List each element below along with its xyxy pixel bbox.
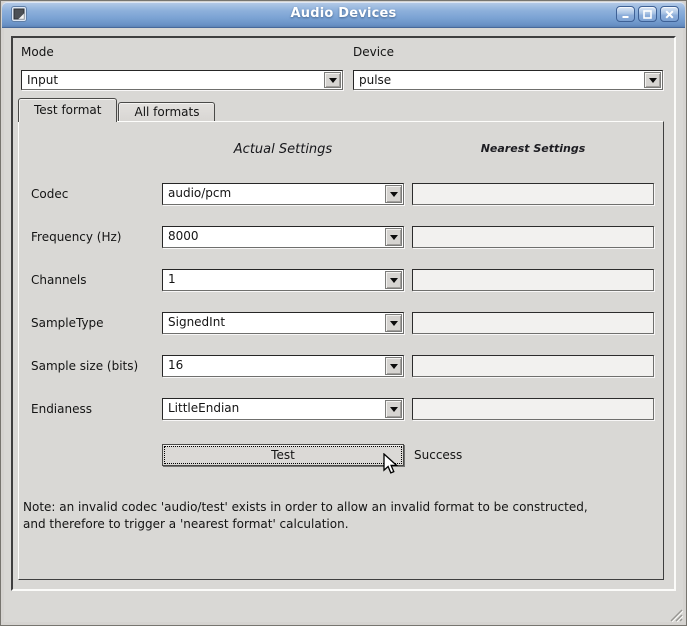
tab-bar: Test format All formats: [18, 97, 215, 121]
sample-type-label: SampleType: [31, 316, 162, 330]
endianess-label: Endianess: [31, 402, 162, 416]
sample-size-row: Sample size (bits) 16: [31, 355, 654, 377]
resize-grip-icon[interactable]: [668, 607, 683, 622]
frequency-nearest-field: [412, 226, 654, 248]
codec-row: Codec audio/pcm: [31, 183, 654, 205]
sample-size-select-value: 16: [163, 356, 384, 376]
chevron-down-icon[interactable]: [385, 185, 402, 203]
note-text: Note: an invalid codec 'audio/test' exis…: [23, 499, 663, 533]
channels-nearest-field: [412, 269, 654, 291]
window-controls: [616, 6, 679, 22]
sample-size-label: Sample size (bits): [31, 359, 162, 373]
main-frame: Mode Input Device pulse Test format All …: [11, 36, 676, 591]
channels-row: Channels 1: [31, 269, 654, 291]
test-row: Test Success: [31, 444, 462, 466]
mode-label: Mode: [21, 45, 343, 60]
chevron-down-icon[interactable]: [385, 357, 402, 375]
mode-select-value: Input: [22, 71, 323, 89]
minimize-button[interactable]: [616, 6, 635, 22]
tab-test-format[interactable]: Test format: [18, 98, 117, 122]
maximize-button[interactable]: [638, 6, 657, 22]
sample-type-nearest-field: [412, 312, 654, 334]
test-format-pane: Actual Settings Nearest Settings Codec a…: [18, 121, 664, 580]
endianess-nearest-field: [412, 398, 654, 420]
chevron-down-icon[interactable]: [324, 72, 341, 88]
sample-size-select[interactable]: 16: [162, 355, 404, 377]
close-button[interactable]: [660, 6, 679, 22]
note-line-1: Note: an invalid codec 'audio/test' exis…: [23, 499, 663, 516]
settings-rows: Codec audio/pcm Frequency (Hz) 8000: [31, 183, 654, 441]
channels-label: Channels: [31, 273, 162, 287]
frequency-select[interactable]: 8000: [162, 226, 404, 248]
codec-nearest-field: [412, 183, 654, 205]
chevron-down-icon[interactable]: [644, 72, 661, 88]
tab-all-formats[interactable]: All formats: [118, 102, 215, 121]
codec-select-value: audio/pcm: [163, 184, 384, 204]
channels-select[interactable]: 1: [162, 269, 404, 291]
sample-type-select[interactable]: SignedInt: [162, 312, 404, 334]
test-button[interactable]: Test: [162, 444, 404, 466]
settings-column-headers: Actual Settings Nearest Settings: [31, 142, 654, 157]
client-area: Mode Input Device pulse Test format All …: [4, 28, 683, 622]
sample-size-nearest-field: [412, 355, 654, 377]
chevron-down-icon[interactable]: [385, 228, 402, 246]
test-status-text: Success: [414, 448, 462, 462]
endianess-select[interactable]: LittleEndian: [162, 398, 404, 420]
audio-devices-window: Audio Devices Mode Input: [0, 0, 687, 626]
chevron-down-icon[interactable]: [385, 314, 402, 332]
titlebar[interactable]: Audio Devices: [2, 2, 685, 28]
device-label: Device: [353, 45, 663, 60]
note-line-2: and therefore to trigger a 'nearest form…: [23, 516, 663, 533]
actual-settings-header: Actual Settings: [162, 142, 404, 157]
endianess-row: Endianess LittleEndian: [31, 398, 654, 420]
mode-field-group: Mode Input: [21, 45, 343, 90]
device-select-value: pulse: [354, 71, 643, 89]
mode-select[interactable]: Input: [21, 70, 343, 90]
window-title: Audio Devices: [2, 6, 685, 21]
device-select[interactable]: pulse: [353, 70, 663, 90]
nearest-settings-header: Nearest Settings: [412, 142, 654, 157]
endianess-select-value: LittleEndian: [163, 399, 384, 419]
channels-select-value: 1: [163, 270, 384, 290]
chevron-down-icon[interactable]: [385, 271, 402, 289]
device-field-group: Device pulse: [353, 45, 663, 90]
sample-type-row: SampleType SignedInt: [31, 312, 654, 334]
codec-label: Codec: [31, 187, 162, 201]
chevron-down-icon[interactable]: [385, 400, 402, 418]
frequency-select-value: 8000: [163, 227, 384, 247]
codec-select[interactable]: audio/pcm: [162, 183, 404, 205]
sample-type-select-value: SignedInt: [163, 313, 384, 333]
frequency-row: Frequency (Hz) 8000: [31, 226, 654, 248]
frequency-label: Frequency (Hz): [31, 230, 162, 244]
